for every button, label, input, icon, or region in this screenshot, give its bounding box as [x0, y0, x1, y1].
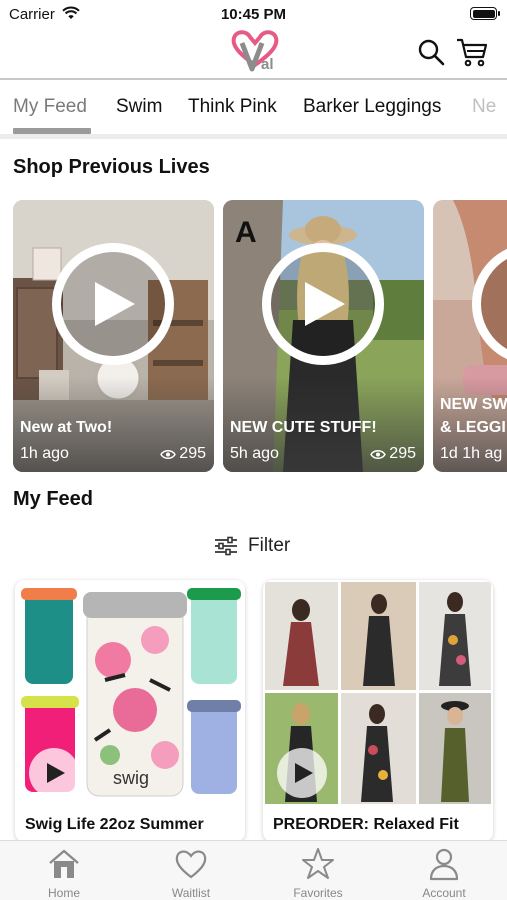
section-title-previous-lives: Shop Previous Lives — [13, 156, 210, 178]
nav-favorites-label: Favorites — [293, 886, 343, 900]
nav-home[interactable]: Home — [14, 847, 114, 900]
cart-icon[interactable] — [456, 37, 488, 67]
svg-text:A: A — [235, 216, 257, 249]
nav-waitlist[interactable]: Waitlist — [141, 847, 241, 900]
tab-barker-leggings[interactable]: Barker Leggings — [303, 96, 441, 118]
play-icon — [295, 763, 313, 783]
eye-icon — [160, 449, 177, 459]
product-card[interactable]: swig Swig Life 22oz Summer — [15, 580, 245, 842]
live-time: 1d 1h ag — [440, 445, 503, 462]
live-views: 295 — [160, 445, 206, 463]
tab-next[interactable]: Ne — [472, 96, 496, 118]
views-count: 295 — [179, 445, 206, 462]
play-button[interactable] — [52, 243, 174, 365]
logo-text: al — [261, 56, 274, 73]
nav-account[interactable]: Account — [394, 847, 494, 900]
live-title: NEW CUTE STUFF! — [230, 419, 377, 436]
clock: 10:45 PM — [220, 6, 287, 23]
user-icon — [429, 848, 459, 881]
filter-label: Filter — [248, 535, 291, 556]
live-title-line-2: & LEGGI — [440, 419, 506, 436]
tab-think-pink[interactable]: Think Pink — [188, 96, 277, 118]
live-card[interactable]: New at Two! 1h ago 295 — [13, 200, 214, 472]
home-icon — [49, 849, 79, 878]
live-views: 295 — [370, 445, 416, 463]
search-icon[interactable] — [417, 38, 445, 66]
category-tabs: My Feed Swim Think Pink Barker Leggings … — [0, 80, 507, 138]
status-bar: Carrier 10:45 PM — [0, 0, 507, 28]
section-title-feed: My Feed — [13, 488, 94, 510]
bottom-tab-bar: Home Waitlist Favorites Account — [0, 840, 507, 900]
filter-sliders-icon — [215, 536, 237, 556]
app-header: al — [0, 28, 507, 80]
play-icon — [95, 282, 135, 326]
eye-icon — [370, 449, 387, 459]
val-logo[interactable]: al — [228, 29, 282, 73]
live-card[interactable]: A NEW CUTE STUFF! 5h ago 295 — [223, 200, 424, 472]
tab-my-feed[interactable]: My Feed — [13, 96, 87, 118]
live-card[interactable]: NEW SW & LEGGI 1d 1h ag — [433, 200, 507, 472]
product-name: PREORDER: Relaxed Fit — [273, 816, 459, 833]
product-name: Swig Life 22oz Summer — [25, 816, 204, 833]
svg-text:swig: swig — [113, 768, 149, 788]
product-video-button[interactable] — [277, 748, 327, 798]
views-count: 295 — [389, 445, 416, 462]
heart-icon — [175, 850, 207, 879]
live-title: NEW SW — [440, 396, 507, 413]
filter-button[interactable]: Filter — [214, 533, 290, 559]
live-time: 5h ago — [230, 445, 279, 462]
battery-icon — [470, 7, 500, 20]
tabs-divider — [0, 134, 507, 139]
play-icon — [47, 763, 65, 783]
nav-account-label: Account — [422, 886, 466, 900]
nav-favorites[interactable]: Favorites — [268, 847, 368, 900]
product-video-button[interactable] — [29, 748, 79, 798]
play-button[interactable] — [262, 243, 384, 365]
play-icon — [305, 282, 345, 326]
nav-home-label: Home — [47, 886, 80, 900]
star-icon — [302, 848, 334, 879]
product-card[interactable]: PREORDER: Relaxed Fit — [263, 580, 493, 842]
live-time: 1h ago — [20, 445, 69, 462]
live-title: New at Two! — [20, 419, 113, 436]
nav-waitlist-label: Waitlist — [171, 886, 211, 900]
tab-swim[interactable]: Swim — [116, 96, 162, 118]
previous-lives-carousel[interactable]: New at Two! 1h ago 295 A NEW CUTE STUFF! — [0, 200, 507, 472]
